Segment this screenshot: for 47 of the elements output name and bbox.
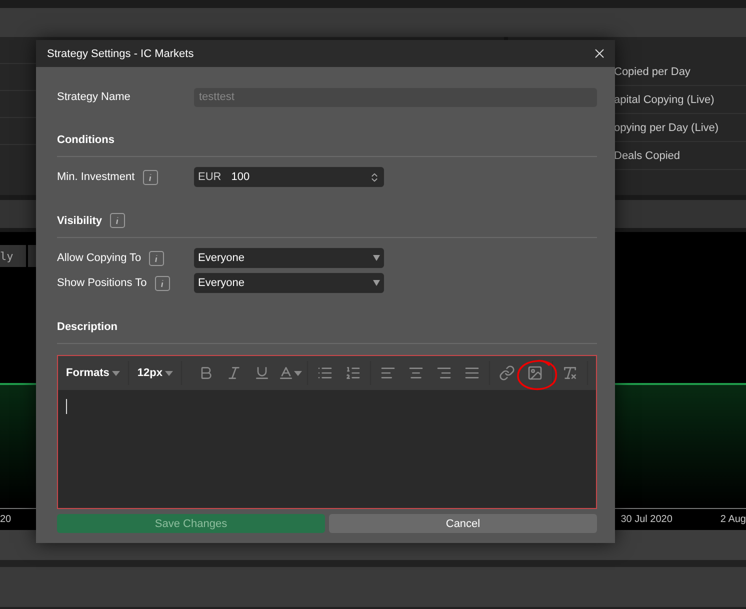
align-justify-icon [464, 365, 480, 381]
cancel-button[interactable]: Cancel [329, 514, 597, 533]
strategy-name-field[interactable]: testtest [194, 88, 597, 106]
dialog-title: Strategy Settings - IC Markets [47, 48, 194, 60]
caret-icon [165, 370, 174, 376]
image-icon [527, 365, 544, 381]
select-value: Everyone [198, 252, 244, 264]
period-tab[interactable]: ly [0, 245, 26, 267]
italic-icon [226, 365, 242, 381]
field-label: Min. Investment [57, 171, 135, 183]
info-icon[interactable] [149, 250, 164, 266]
bullet-list-icon [317, 365, 334, 381]
font-size-dropdown[interactable]: 12px [136, 361, 182, 385]
info-icon[interactable] [110, 213, 126, 228]
clear-format-icon [562, 365, 578, 381]
visibility-select[interactable]: Everyone [194, 248, 384, 268]
text-color-icon [278, 365, 294, 381]
axis-label: 2 Aug [720, 514, 746, 525]
field-label: Show Positions To [57, 277, 147, 289]
info-icon[interactable] [142, 170, 158, 184]
axis-label: 20 [0, 514, 12, 525]
axis-label: 30 Jul 2020 [620, 514, 672, 525]
currency-label: EUR [198, 171, 222, 183]
rich-text-editor[interactable]: Formats 12px [57, 355, 597, 509]
caret-icon [294, 370, 302, 376]
link-icon [499, 365, 516, 381]
investment-field[interactable]: EUR 100 [194, 167, 384, 187]
section-heading: Conditions [57, 134, 114, 146]
info-icon[interactable] [154, 276, 170, 290]
align-right-icon [436, 365, 452, 381]
numbered-list-icon [345, 365, 362, 381]
amount-input[interactable]: 100 [231, 171, 359, 183]
dropdown-arrow-icon [373, 255, 380, 261]
underline-icon [254, 365, 270, 381]
dropdown-arrow-icon [373, 280, 380, 286]
visibility-select[interactable]: Everyone [194, 273, 384, 293]
spinner-icon[interactable] [369, 172, 380, 182]
select-value: Everyone [198, 277, 244, 289]
field-label: Allow Copying To [57, 252, 142, 264]
formats-dropdown[interactable]: Formats [65, 361, 130, 385]
caret-icon [112, 370, 120, 376]
section-heading: Description [57, 320, 118, 332]
section-heading: Visibility [57, 214, 102, 226]
text-cursor [66, 399, 67, 414]
align-center-icon [408, 365, 424, 381]
align-left-icon [380, 365, 396, 381]
field-label: Strategy Name [57, 91, 130, 103]
